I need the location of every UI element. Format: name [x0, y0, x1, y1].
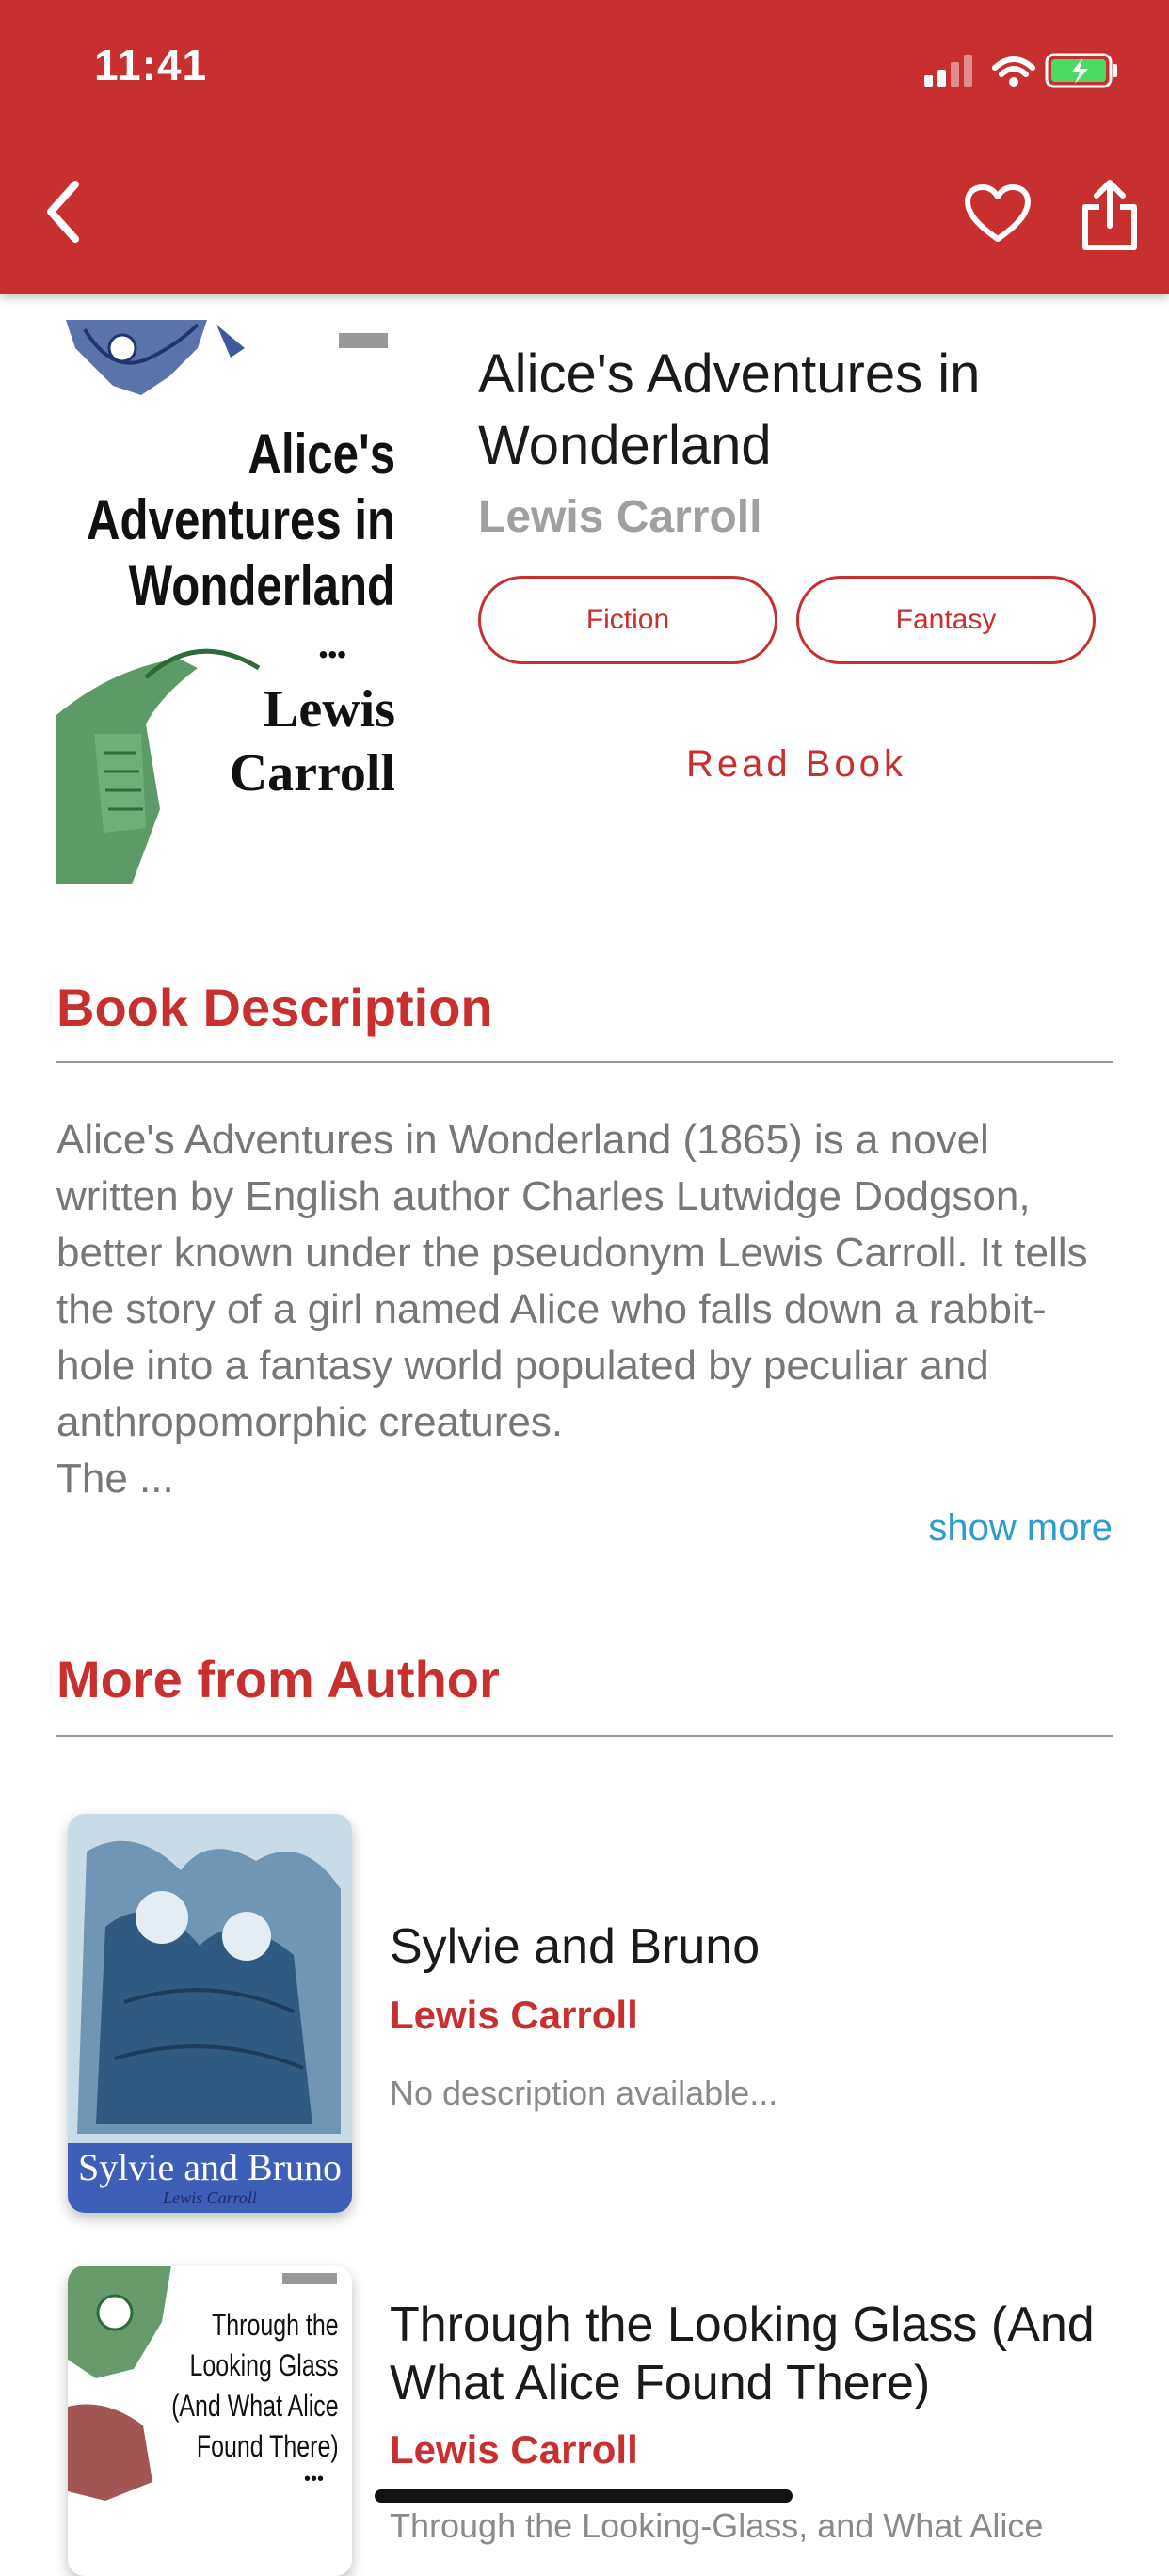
share-icon — [1082, 180, 1137, 250]
share-button[interactable] — [1081, 179, 1139, 257]
cover-author: Lewis Carroll — [229, 680, 395, 803]
favorite-button[interactable] — [964, 184, 1032, 249]
genre-tag-fiction[interactable]: Fiction — [478, 576, 777, 664]
related-book-description: No description available... — [390, 2074, 778, 2112]
cover-title: Alice's Adventures in Wonderland — [86, 422, 395, 617]
status-indicators-icon — [924, 53, 1117, 88]
book-author[interactable]: Lewis Carroll — [478, 491, 761, 543]
related-book-author: Lewis Carroll — [390, 2427, 638, 2472]
description-heading: Book Description — [56, 978, 493, 1037]
status-time: 11:41 — [94, 40, 208, 89]
related-book-author: Lewis Carroll — [390, 1993, 638, 2037]
related-book-title[interactable]: Sylvie and Bruno — [390, 1917, 1133, 1976]
looking-glass-cover-title: Through the Looking Glass (And What Alic… — [171, 2308, 339, 2463]
sylvie-cover-title: Sylvie and Bruno — [78, 2146, 342, 2188]
status-icons — [924, 49, 1122, 90]
cover-dots: ••• — [318, 640, 346, 669]
more-from-author-heading: More from Author — [56, 1649, 500, 1709]
description-divider — [56, 1061, 1113, 1063]
genre-tag-fantasy[interactable]: Fantasy — [796, 576, 1096, 664]
show-more-link[interactable]: show more — [928, 1507, 1113, 1550]
back-button[interactable] — [40, 177, 87, 251]
app-header: 11:41 — [0, 0, 1169, 294]
read-book-button[interactable]: Read Book — [478, 743, 1114, 786]
related-book-title[interactable]: Through the Looking Glass (And What Alic… — [390, 2296, 1133, 2412]
book-title: Alice's Adventures in Wonderland — [478, 343, 981, 476]
heart-icon — [965, 184, 1031, 242]
related-book-cover[interactable]: Through the Looking Glass (And What Alic… — [68, 2266, 352, 2576]
related-book-description: Through the Looking-Glass, and What Alic… — [390, 2506, 1044, 2545]
related-book-cover[interactable]: Sylvie and Bruno Lewis Carroll — [68, 1814, 352, 2213]
sylvie-cover-author: Lewis Carroll — [163, 2188, 257, 2207]
looking-glass-cover-dots: ••• — [303, 2469, 324, 2489]
more-divider — [56, 1735, 1113, 1737]
book-cover: Alice's Adventures in Wonderland ••• Lew… — [56, 320, 403, 884]
chevron-left-icon — [47, 181, 79, 243]
home-indicator[interactable] — [375, 2489, 793, 2503]
book-description: Alice's Adventures in Wonderland (1865) … — [56, 1117, 1088, 1502]
